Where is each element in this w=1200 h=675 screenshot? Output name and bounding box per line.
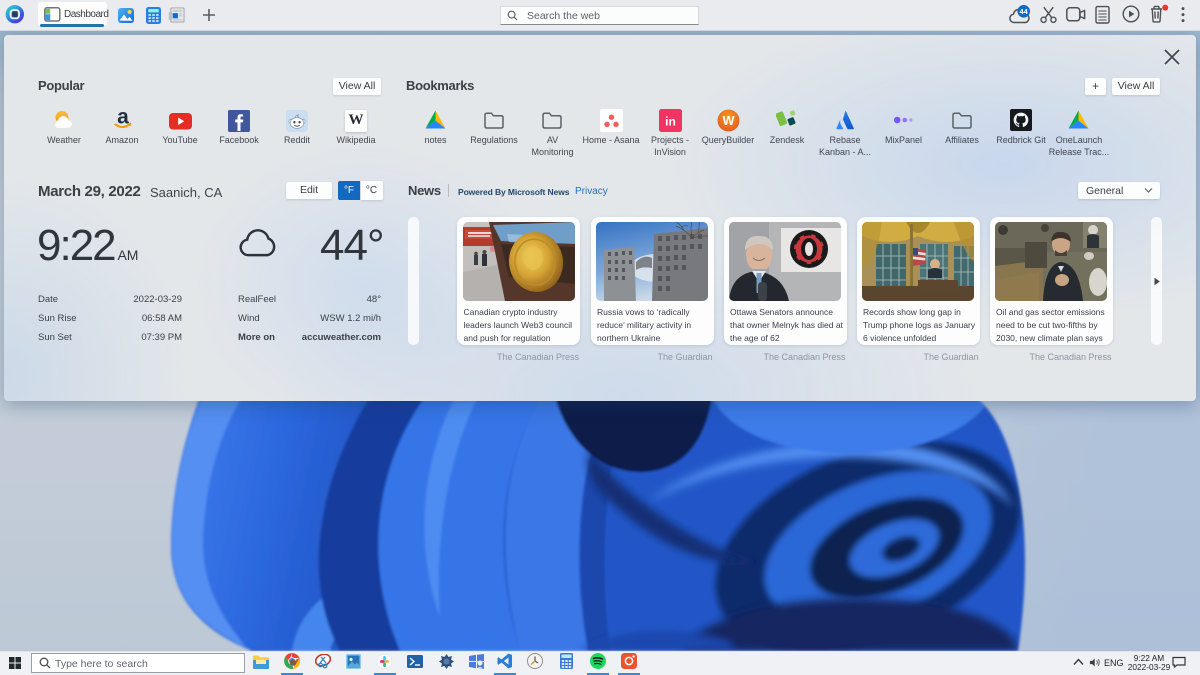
svg-text:in: in [665,115,676,129]
svg-text:W: W [723,114,735,128]
svg-text:44: 44 [1020,7,1029,16]
